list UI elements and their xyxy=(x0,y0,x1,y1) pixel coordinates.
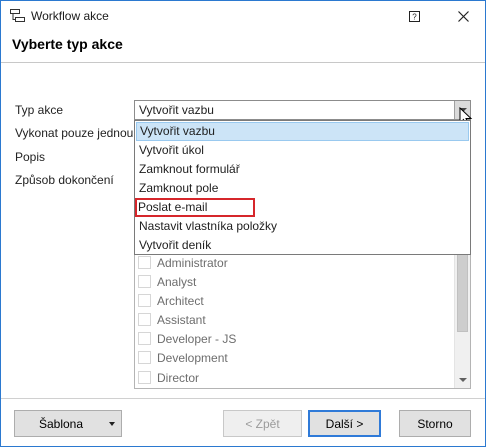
list-item[interactable]: Director xyxy=(138,368,199,387)
checkbox[interactable] xyxy=(138,275,151,288)
next-button[interactable]: Další > xyxy=(308,410,381,437)
footer-divider xyxy=(1,398,485,399)
help-button[interactable]: ? xyxy=(399,3,429,29)
list-item[interactable]: Administrator xyxy=(138,253,228,272)
sablona-button[interactable]: Šablona xyxy=(14,410,122,437)
list-item[interactable]: Architect xyxy=(138,291,204,310)
dropdown-option-nastavit-vlastnika[interactable]: Nastavit vlastníka položky xyxy=(136,217,469,236)
vertical-scrollbar[interactable] xyxy=(454,244,470,388)
chevron-down-icon xyxy=(109,422,115,426)
dropdown-option-poslat-email[interactable]: Poslat e-mail xyxy=(135,198,255,217)
checkbox[interactable] xyxy=(138,371,151,384)
workflow-dialog: Workflow akce ? Vyberte typ akce Typ akc… xyxy=(0,0,486,447)
checkbox[interactable] xyxy=(138,313,151,326)
help-icon: ? xyxy=(408,10,420,22)
dropdown-option-vytvorit-vazbu[interactable]: Vytvořit vazbu xyxy=(136,122,469,141)
list-item[interactable]: Assistant xyxy=(138,310,206,329)
back-button[interactable]: < Zpět xyxy=(223,410,302,437)
page-heading: Vyberte typ akce xyxy=(12,36,123,52)
checkbox[interactable] xyxy=(138,351,151,364)
dropdown-option-zamknout-formular[interactable]: Zamknout formulář xyxy=(136,160,469,179)
close-button[interactable] xyxy=(447,3,479,29)
label-vykonat-pouze-jednou: Vykonat pouze jednou xyxy=(15,126,134,140)
checkbox[interactable] xyxy=(138,256,151,269)
label-zpusob-dokonceni: Způsob dokončení xyxy=(15,173,114,187)
dropdown-option-zamknout-pole[interactable]: Zamknout pole xyxy=(136,179,469,198)
checkbox[interactable] xyxy=(138,332,151,345)
roles-listbox[interactable]: Administrator Analyst Architect Assistan… xyxy=(134,243,471,389)
title-bar: Workflow akce ? xyxy=(1,1,485,32)
scrollbar-thumb[interactable] xyxy=(457,254,468,332)
scroll-down-icon[interactable] xyxy=(455,372,470,388)
label-popis: Popis xyxy=(15,150,46,164)
workflow-app-icon xyxy=(10,9,25,25)
checkbox[interactable] xyxy=(138,294,151,307)
list-item[interactable]: Analyst xyxy=(138,272,196,291)
label-typ-akce: Typ akce xyxy=(15,103,64,117)
window-title: Workflow akce xyxy=(31,9,109,23)
cancel-button[interactable]: Storno xyxy=(399,410,471,437)
typ-akce-combobox[interactable]: Vytvořit vazbu xyxy=(134,100,471,120)
dropdown-option-vytvorit-ukol[interactable]: Vytvořit úkol xyxy=(136,141,469,160)
list-item[interactable]: Development xyxy=(138,348,228,367)
list-item[interactable]: Developer - JS xyxy=(138,329,236,348)
typ-akce-dropdown-list: Vytvořit vazbu Vytvořit úkol Zamknout fo… xyxy=(134,120,471,255)
header-divider xyxy=(1,62,485,63)
svg-text:?: ? xyxy=(412,12,417,21)
dropdown-option-vytvorit-denik[interactable]: Vytvořit deník xyxy=(136,236,469,255)
close-icon xyxy=(457,10,469,22)
typ-akce-value: Vytvořit vazbu xyxy=(139,103,214,117)
